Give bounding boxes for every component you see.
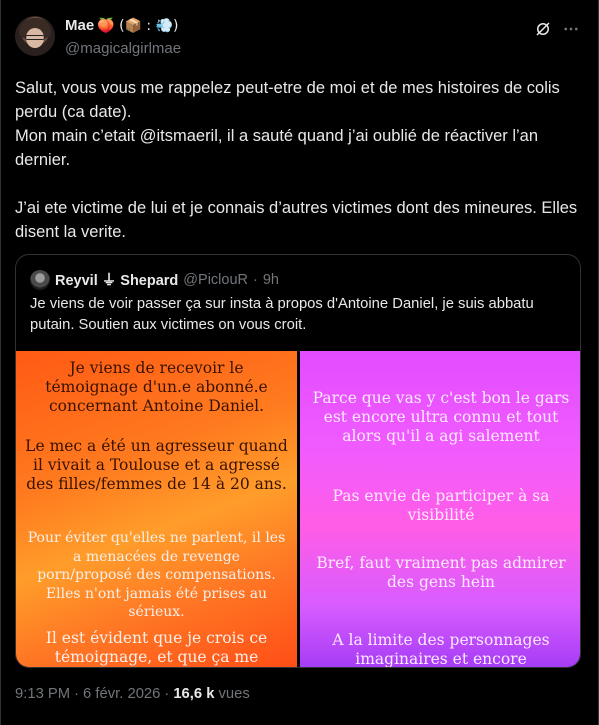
author-display-name[interactable]: Mae — [65, 17, 94, 34]
quote-handle[interactable]: @PiclouR — [183, 272, 248, 288]
media-image-right[interactable]: Parce que vas y c'est bon le gars est en… — [300, 351, 580, 668]
tweet-paragraph: J’ai ete victime de lui et je connais d’… — [15, 199, 578, 241]
image-text-line: Je viens de recevoir le témoignage d'un.… — [45, 359, 268, 415]
quote-separator: · — [252, 271, 258, 288]
quote-text: Je viens de voir passer ça sur insta à p… — [30, 296, 534, 333]
tweet-paragraph: Mon main c’etait @itsmaeril, il a sauté … — [15, 127, 539, 169]
quote-avatar[interactable] — [30, 269, 50, 290]
author-name-row[interactable]: Mae 🍑 (📦 : 💨) — [65, 17, 178, 34]
image-text-line: Pas envie de participer à sa visibilité — [332, 487, 550, 524]
views-label: vues — [218, 686, 250, 702]
tweet-text: Salut, vous vous me rappelez peut-etre d… — [15, 76, 585, 244]
quote-display-name[interactable]: Reyvil ⏚ Shepard — [55, 269, 178, 290]
more-icon[interactable] — [562, 20, 580, 38]
tweet-card: Mae 🍑 (📦 : 💨) @magicalgirlmae Salut, vou… — [0, 0, 599, 725]
image-text-line: Le mec a été un agresseur quand il vivai… — [25, 437, 288, 493]
tweet-date[interactable]: 6 févr. 2026 — [83, 686, 160, 702]
quote-media[interactable]: Je viens de recevoir le témoignage d'un.… — [16, 351, 580, 668]
author-handle[interactable]: @magicalgirlmae — [65, 40, 181, 57]
quote-header: Reyvil ⏚ Shepard @PiclouR · 9h — [30, 269, 279, 290]
quoted-tweet[interactable]: Reyvil ⏚ Shepard @PiclouR · 9h Je viens … — [15, 254, 581, 668]
image-text-line: Pour éviter qu'elles ne parlent, il les … — [27, 530, 286, 620]
image-text-line: Il est évident que je crois ce témoignag… — [45, 629, 268, 666]
author-name-emojis: 🍑 (📦 : 💨) — [97, 17, 179, 34]
tweet-paragraph: Salut, vous vous me rappelez peut-etre d… — [15, 79, 560, 121]
footer-separator: · — [164, 686, 170, 702]
footer-separator: · — [74, 686, 80, 702]
image-text-line: A la limite des personnages imaginaires … — [332, 631, 550, 668]
media-image-left[interactable]: Je viens de recevoir le témoignage d'un.… — [16, 351, 297, 667]
author-avatar[interactable] — [15, 16, 55, 56]
grok-icon[interactable] — [534, 20, 552, 38]
tweet-time[interactable]: 9:13 PM — [15, 686, 70, 702]
quote-time[interactable]: 9h — [263, 272, 279, 288]
image-text-line: Bref, faut vraiment pas admirer des gens… — [316, 554, 566, 591]
views-count[interactable]: 16,6 k — [173, 686, 214, 702]
image-text-line: Parce que vas y c'est bon le gars est en… — [312, 389, 570, 445]
tweet-footer: 9:13 PM · 6 févr. 2026 · 16,6 k vues — [15, 686, 250, 702]
